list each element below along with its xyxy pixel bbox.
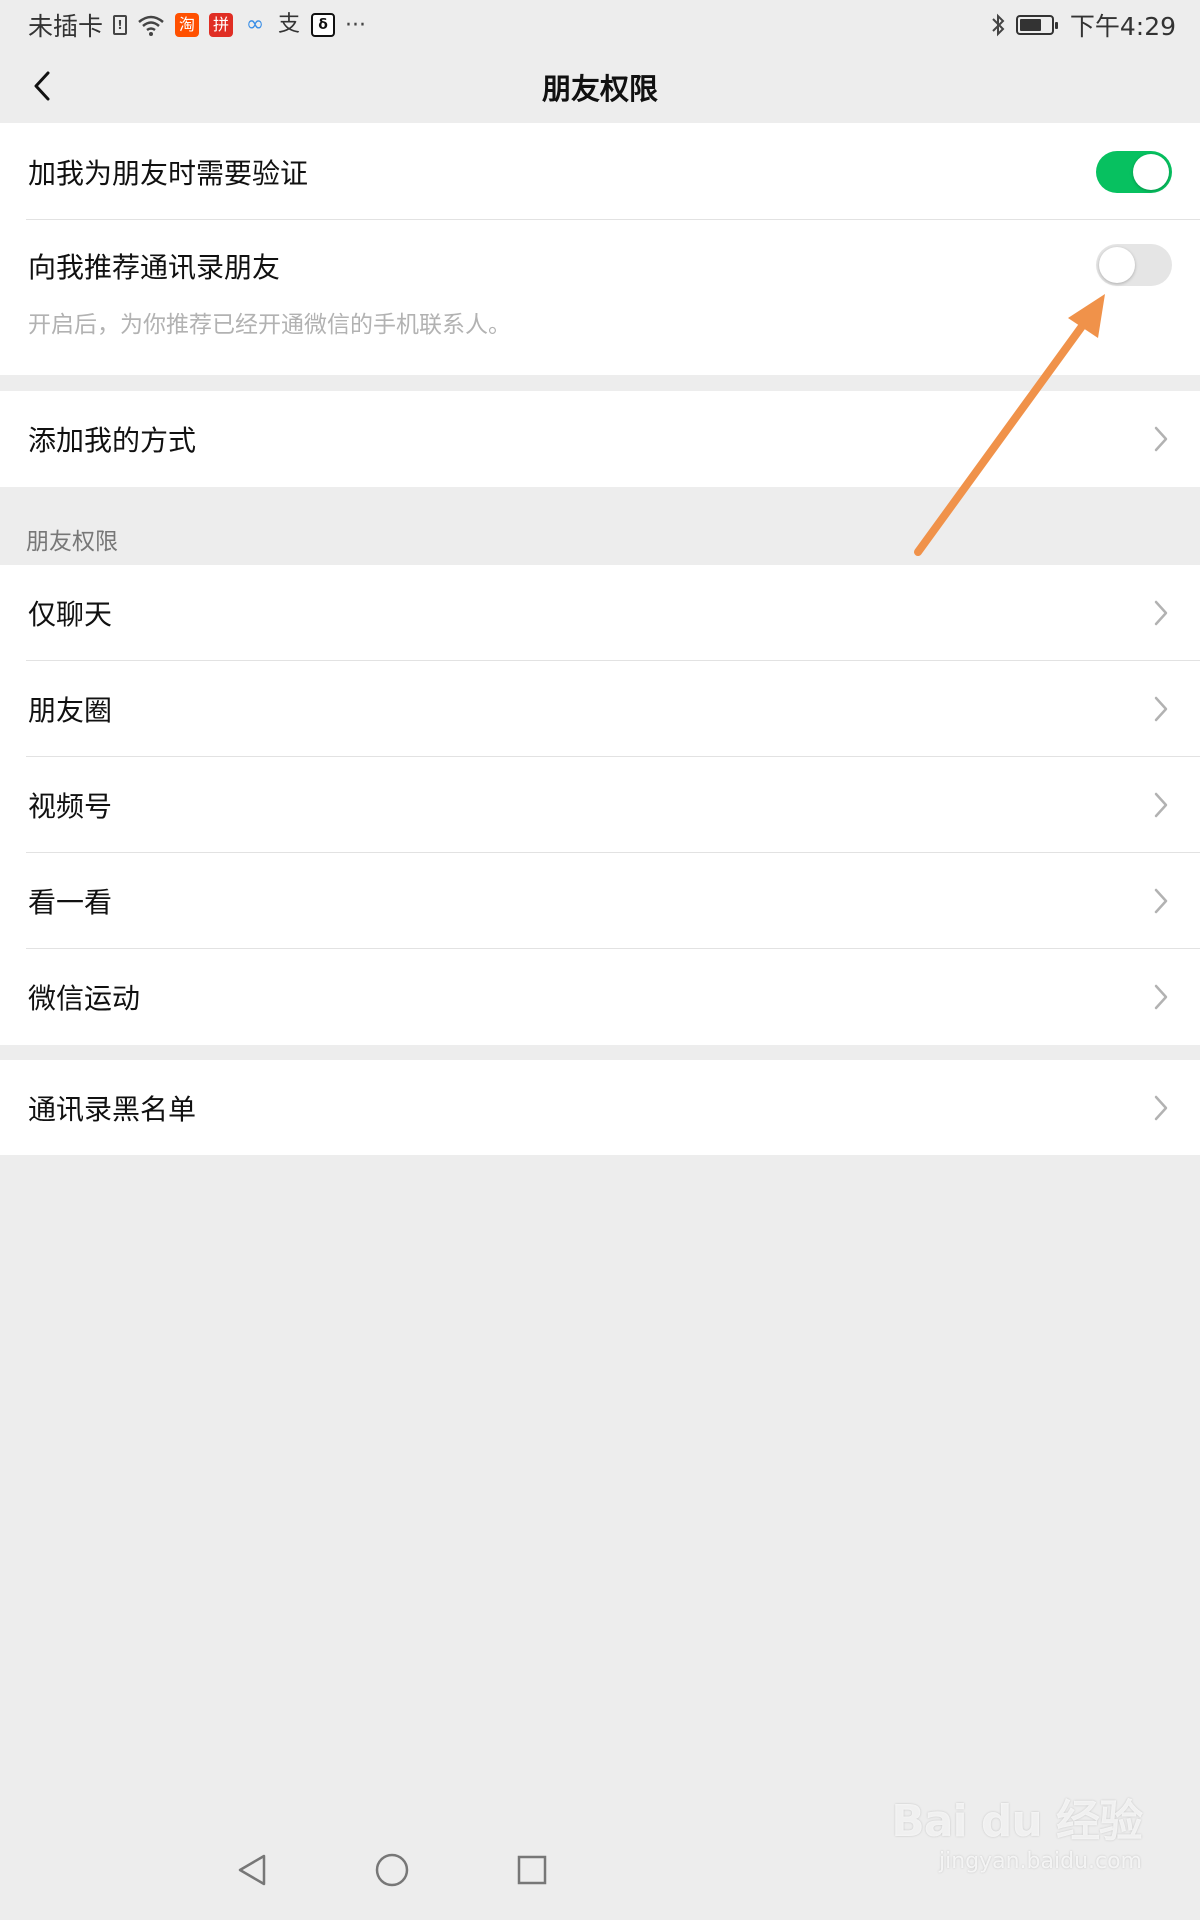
chevron-right-icon xyxy=(1154,792,1168,818)
chevron-right-icon xyxy=(1154,696,1168,722)
blacklist-label: 通讯录黑名单 xyxy=(28,1092,197,1126)
recommend-hint-text: 开启后，为你推荐已经开通微信的手机联系人。 xyxy=(28,312,511,338)
recommend-contacts-toggle[interactable] xyxy=(1096,244,1172,286)
list-item[interactable]: 看一看 xyxy=(0,853,1200,949)
back-button[interactable] xyxy=(18,62,66,110)
taobao-app-icon: 淘 xyxy=(175,13,200,37)
friend-permissions-group: 仅聊天 朋友圈 视频号 看一看 微信运动 xyxy=(0,565,1200,1045)
status-bar-right: 下午4:29 xyxy=(990,7,1176,43)
status-bar-left: 未插卡 ! 淘 拼 ∞ 支 δ ··· xyxy=(28,7,366,43)
list-item[interactable]: 微信运动 xyxy=(0,949,1200,1045)
circle-home-icon xyxy=(375,1853,409,1887)
wifi-icon xyxy=(138,15,164,36)
add-methods-row[interactable]: 添加我的方式 xyxy=(0,391,1200,487)
chevron-right-icon xyxy=(1154,426,1168,452)
toggle-knob xyxy=(1133,153,1169,190)
chevron-right-icon xyxy=(1154,984,1168,1010)
status-bar: 未插卡 ! 淘 拼 ∞ 支 δ ··· 下午4:29 xyxy=(0,0,1200,50)
chevron-left-icon xyxy=(34,71,50,101)
list-item-label: 微信运动 xyxy=(28,982,141,1015)
triangle-back-icon xyxy=(238,1854,266,1886)
verify-setting-label: 加我为朋友时需要验证 xyxy=(28,156,309,190)
chevron-right-icon xyxy=(1154,1095,1168,1120)
blacklist-group: 通讯录黑名单 xyxy=(0,1060,1200,1155)
verify-toggle[interactable] xyxy=(1096,150,1172,193)
chevron-right-icon xyxy=(1154,600,1168,626)
list-item[interactable]: 视频号 xyxy=(0,757,1200,853)
cloud-app-icon: ∞ xyxy=(245,12,265,37)
tiktok-app-icon: δ xyxy=(311,13,336,37)
list-item-label: 仅聊天 xyxy=(28,598,113,631)
blacklist-row[interactable]: 通讯录黑名单 xyxy=(0,1060,1200,1155)
list-item-label: 视频号 xyxy=(28,790,113,823)
nav-home-button[interactable] xyxy=(362,1840,422,1900)
navigation-bar: 朋友权限 xyxy=(0,50,1200,123)
chevron-right-icon xyxy=(1154,888,1168,914)
list-item-label: 看一看 xyxy=(28,886,113,919)
pinduoduo-app-icon: 拼 xyxy=(209,13,234,37)
add-methods-group: 添加我的方式 xyxy=(0,391,1200,487)
more-dots-icon: ··· xyxy=(345,12,366,38)
system-navigation-bar xyxy=(0,1840,1200,1920)
carrier-label: 未插卡 xyxy=(28,12,104,41)
section-header-friend-permissions: 朋友权限 xyxy=(26,529,118,555)
bluetooth-icon xyxy=(992,13,1005,37)
nav-recents-button[interactable] xyxy=(502,1840,562,1900)
recommend-setting-label: 向我推荐通讯录朋友 xyxy=(28,251,281,284)
sim-alert-icon: ! xyxy=(113,15,128,35)
add-methods-label: 添加我的方式 xyxy=(28,424,197,457)
nav-back-button[interactable] xyxy=(222,1840,282,1900)
zhi-app-icon: 支 xyxy=(278,12,301,37)
list-item[interactable]: 朋友圈 xyxy=(0,661,1200,757)
clock: 下午4:29 xyxy=(1069,12,1176,41)
toggle-knob xyxy=(1099,247,1135,283)
page-title: 朋友权限 xyxy=(541,71,658,106)
list-item[interactable]: 仅聊天 xyxy=(0,565,1200,661)
battery-icon xyxy=(1015,15,1058,35)
recommend-setting-row: 向我推荐通讯录朋友 xyxy=(0,220,1200,375)
list-item-label: 朋友圈 xyxy=(28,694,113,727)
square-recents-icon xyxy=(517,1855,547,1885)
verify-setting-row: 加我为朋友时需要验证 xyxy=(0,123,1200,220)
